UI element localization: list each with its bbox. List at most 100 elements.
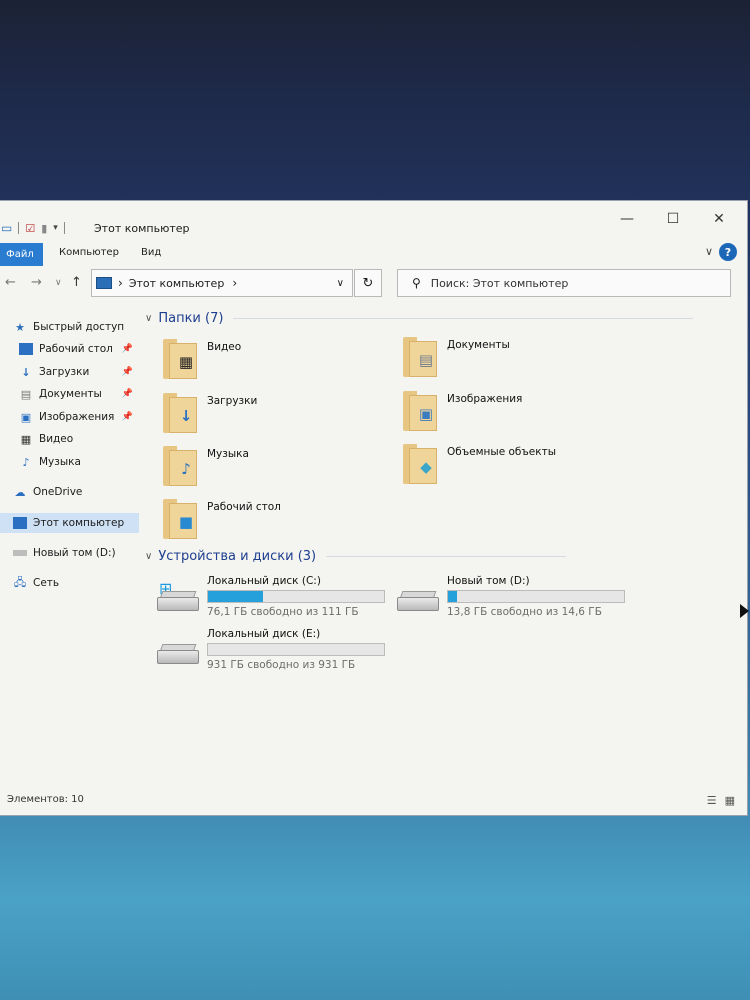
help-button[interactable]: ? (719, 243, 737, 261)
folder-desktop[interactable]: ■ Рабочий стол (163, 499, 281, 539)
desktop-folder-icon: ■ (163, 499, 199, 539)
drive-c[interactable]: ⊞ Локальный диск (C:) 76,1 ГБ свободно и… (157, 575, 385, 618)
drive-name: Новый том (D:) (447, 575, 530, 587)
sidebar-item-downloads[interactable]: ↓ Загрузки 📌 (0, 362, 139, 382)
expand-ribbon-icon[interactable]: ∨ (705, 245, 713, 258)
sidebar-item-label: Изображения (39, 411, 115, 423)
folder-label: Видео (207, 341, 242, 353)
tab-file[interactable]: Файл (0, 243, 43, 266)
sidebar-item-drive-d[interactable]: Новый том (D:) (0, 543, 139, 563)
drive-name: Локальный диск (E:) (207, 628, 321, 640)
folder-label: Музыка (207, 448, 249, 460)
tab-view[interactable]: Вид (141, 247, 161, 258)
explorer-window: ▭ ☑ ▮ ▾ Этот компьютер — ☐ ✕ Файл Компью… (0, 200, 748, 816)
computer-icon[interactable]: ▭ (1, 221, 12, 235)
drive-icon (157, 640, 201, 670)
3d-objects-folder-icon: ◆ (403, 444, 439, 484)
system-drive-icon: ⊞ (157, 579, 201, 617)
sidebar-item-videos[interactable]: ▦ Видео (0, 429, 139, 449)
folder-pictures[interactable]: ▣ Изображения (403, 391, 522, 431)
section-divider (326, 556, 567, 557)
folder-documents[interactable]: ▤ Документы (403, 337, 510, 377)
drive-free-space: 76,1 ГБ свободно из 111 ГБ (207, 606, 359, 618)
computer-icon (96, 277, 112, 289)
desktop-icon (19, 343, 33, 355)
sidebar-item-quick-access[interactable]: ★ Быстрый доступ (0, 317, 139, 337)
sidebar-item-onedrive[interactable]: ☁ OneDrive (0, 482, 139, 502)
new-folder-icon[interactable]: ▮ (41, 222, 47, 235)
folder-3d-objects[interactable]: ◆ Объемные объекты (403, 444, 556, 484)
sidebar-item-network[interactable]: 🖧 Сеть (0, 573, 139, 593)
sidebar-item-desktop[interactable]: Рабочий стол 📌 (0, 339, 139, 359)
folder-music[interactable]: ♪ Музыка (163, 446, 249, 486)
network-icon: 🖧 (13, 575, 27, 589)
large-icons-view-icon[interactable]: ▦ (725, 794, 735, 807)
up-arrow-icon[interactable]: ↑ (71, 275, 82, 290)
sidebar-item-music[interactable]: ♪ Музыка (0, 452, 139, 472)
documents-folder-icon: ▤ (403, 337, 439, 377)
section-divider (233, 318, 694, 319)
collapse-arrow-icon[interactable]: ∨ (145, 551, 152, 562)
downloads-folder-icon: ↓ (163, 393, 199, 433)
customize-toolbar-icon[interactable]: ▾ (53, 223, 58, 233)
sidebar-item-this-pc[interactable]: Этот компьютер (0, 513, 139, 533)
cloud-icon: ☁ (14, 485, 26, 499)
refresh-button[interactable]: ↻ (354, 269, 382, 297)
picture-icon: ▣ (20, 410, 32, 424)
address-bar[interactable]: › Этот компьютер › ∨ (91, 269, 353, 297)
folder-label: Документы (447, 339, 510, 351)
drives-section-title: Устройства и диски (3) (158, 549, 317, 564)
folder-label: Объемные объекты (447, 446, 557, 458)
folder-video[interactable]: ▦ Видео (163, 339, 241, 379)
collapse-arrow-icon[interactable]: ∨ (145, 313, 152, 324)
sidebar-item-label: Видео (39, 433, 74, 445)
drive-usage-fill (208, 591, 263, 602)
drive-usage-fill (448, 591, 457, 602)
drive-d[interactable]: Новый том (D:) 13,8 ГБ свободно из 14,6 … (397, 575, 625, 618)
star-icon: ★ (15, 320, 25, 334)
pin-icon: 📌 (121, 389, 133, 399)
forward-arrow-icon[interactable]: → (31, 275, 42, 290)
properties-icon[interactable]: ☑ (25, 222, 35, 235)
pin-icon: 📌 (121, 412, 133, 422)
sidebar-item-label: Этот компьютер (33, 517, 125, 529)
toolbar-separator (18, 222, 20, 234)
refresh-icon: ↻ (362, 275, 374, 291)
sidebar-item-documents[interactable]: ▤ Документы 📌 (0, 384, 139, 404)
address-dropdown-icon[interactable]: ∨ (337, 278, 344, 289)
search-input[interactable]: ⚲ Поиск: Этот компьютер (397, 269, 731, 297)
search-placeholder: Поиск: Этот компьютер (430, 276, 569, 290)
pictures-folder-icon: ▣ (403, 391, 439, 431)
title-bar: ▭ ☑ ▮ ▾ Этот компьютер — ☐ ✕ (0, 201, 747, 235)
address-separator[interactable]: › (118, 276, 123, 290)
maximize-button[interactable]: ☐ (653, 209, 693, 229)
folder-label: Изображения (447, 393, 523, 405)
minimize-button[interactable]: — (607, 209, 647, 229)
drive-name: Локальный диск (C:) (207, 575, 321, 587)
folders-section-header[interactable]: ∨ Папки (7) (145, 311, 694, 326)
computer-icon (13, 517, 27, 529)
recent-locations-icon[interactable]: ∨ (55, 278, 62, 288)
address-path[interactable]: Этот компьютер (129, 277, 225, 290)
close-button[interactable]: ✕ (699, 209, 739, 229)
drive-icon (397, 587, 441, 617)
drive-free-space: 13,8 ГБ свободно из 14,6 ГБ (447, 606, 602, 618)
drive-icon (13, 550, 27, 556)
tab-computer[interactable]: Компьютер (59, 247, 119, 258)
video-icon: ▦ (20, 432, 32, 446)
sidebar-item-label: Музыка (39, 456, 81, 468)
sidebar-item-pictures[interactable]: ▣ Изображения 📌 (0, 407, 139, 427)
details-view-icon[interactable]: ☰ (707, 794, 717, 807)
back-arrow-icon[interactable]: ← (5, 275, 16, 290)
pin-icon: 📌 (121, 367, 133, 377)
music-icon: ♪ (22, 455, 30, 469)
navigation-bar: ← → ∨ ↑ › Этот компьютер › ∨ ↻ ⚲ Поиск: … (0, 269, 747, 297)
address-separator[interactable]: › (232, 276, 237, 290)
drive-e[interactable]: Локальный диск (E:) 931 ГБ свободно из 9… (157, 628, 385, 671)
sidebar-item-label: Сеть (33, 577, 60, 589)
drive-usage-bar (207, 590, 385, 603)
drives-section-header[interactable]: ∨ Устройства и диски (3) (145, 549, 567, 564)
folders-section-title: Папки (7) (158, 311, 224, 326)
folder-downloads[interactable]: ↓ Загрузки (163, 393, 257, 433)
sidebar-item-label: Рабочий стол (39, 343, 113, 355)
